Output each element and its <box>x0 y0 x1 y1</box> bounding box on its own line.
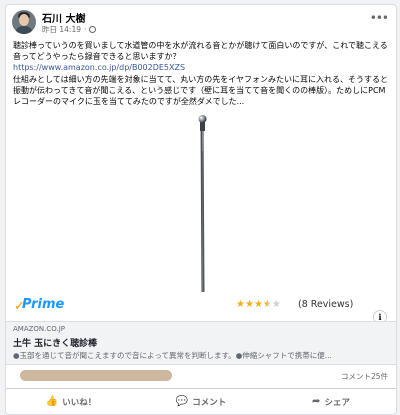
comment-count[interactable]: コメント25件 <box>341 371 388 382</box>
like-button[interactable]: 👍 いいね！ <box>6 389 136 414</box>
link-title: 土牛 玉にきく聴診棒 <box>13 339 98 349</box>
share-label: シェア <box>324 397 350 408</box>
post-card: 石川 大樹 昨日 14:19 · ••• 聴診棒っていうのを買いまして水道管の中… <box>5 4 397 415</box>
more-options-icon[interactable]: ••• <box>370 11 389 25</box>
author-name[interactable]: 石川 大樹 <box>42 10 85 25</box>
comment-button[interactable]: 💬 コメント <box>136 389 266 414</box>
thumbs-up-icon: 👍 <box>45 396 59 407</box>
stethoscope-rod-image <box>198 115 207 293</box>
share-button[interactable]: ➦ シェア <box>266 389 396 414</box>
post-meta: 昨日 14:19 · <box>42 24 97 35</box>
action-bar: 👍 いいね！ 💬 コメント ➦ シェア <box>6 389 396 414</box>
reviews-count: (8 Reviews) <box>298 299 354 310</box>
share-arrow-icon: ➦ <box>312 396 321 407</box>
comment-label: コメント <box>192 397 227 408</box>
post-text-2: 仕組みとしては細い方の先端を対象に当てて、丸い方の先をイヤフォンみたいに耳に入れ… <box>13 74 388 107</box>
post-time[interactable]: 昨日 14:19 <box>42 24 81 35</box>
like-label: いいね！ <box>62 397 97 408</box>
post-header: 石川 大樹 昨日 14:19 · ••• <box>6 5 396 39</box>
post-text: 聴診棒っていうのを買いまして水道管の中を水が流れる音とかが聴けて面白いのですが、… <box>13 40 393 107</box>
reactors-blurred[interactable] <box>20 370 172 381</box>
post-link[interactable]: https://www.amazon.co.jp/dp/B002DE5XZS <box>13 63 185 72</box>
globe-icon <box>89 26 97 33</box>
link-description: ●玉部を通じて音が聞こえますので音によって異常を判断します。●伸縮シャフトで携帯… <box>13 351 332 360</box>
link-domain: AMAZON.CO.JP <box>13 325 66 333</box>
comment-bubble-icon: 💬 <box>175 396 189 407</box>
prime-logo: Prime <box>22 297 65 312</box>
product-image[interactable] <box>6 111 396 321</box>
post-text-1: 聴診棒っていうのを買いまして水道管の中を水が流れる音とかが聴けて面白いのですが、… <box>13 41 388 62</box>
link-preview[interactable]: AMAZON.CO.JP 土牛 玉にきく聴診棒 ●玉部を通じて音が聞こえますので… <box>6 321 396 365</box>
reaction-summary: コメント25件 <box>6 363 396 389</box>
rating-stars: ★★★★★ <box>236 299 281 310</box>
avatar[interactable] <box>12 10 36 34</box>
